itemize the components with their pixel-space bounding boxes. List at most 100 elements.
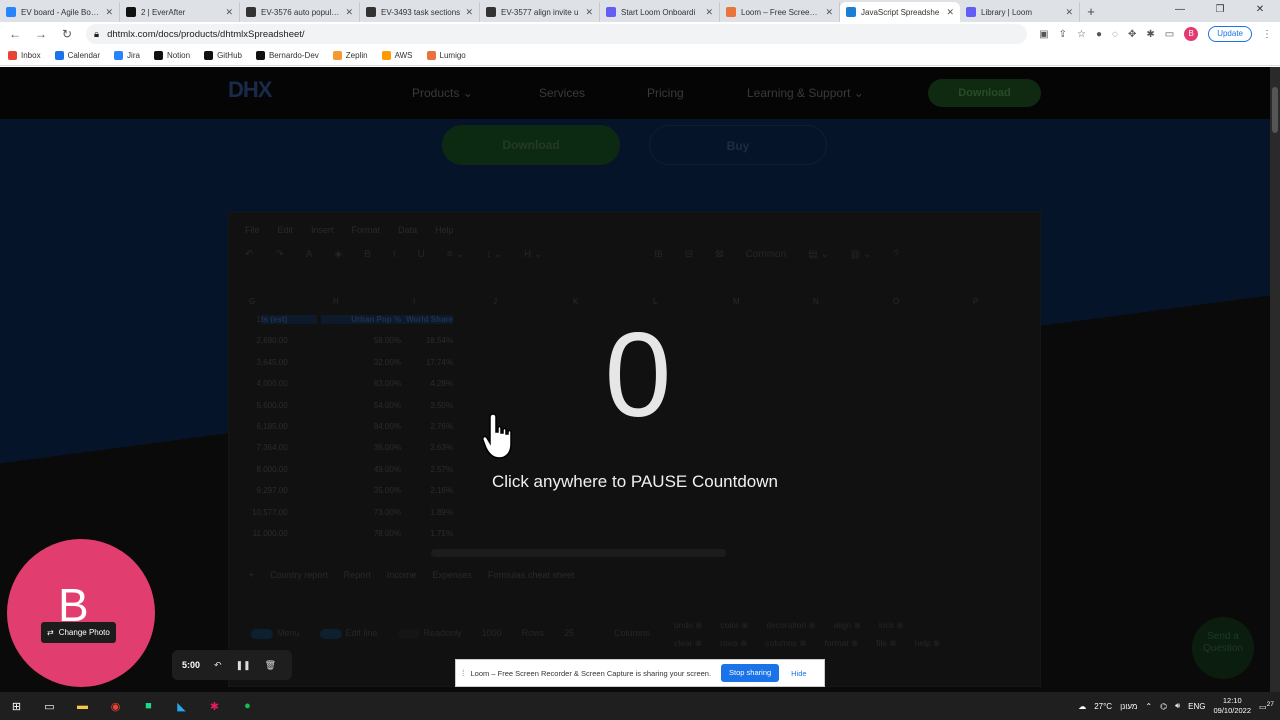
browser-tab[interactable]: Start Loom Onboardi ✕ — [600, 2, 720, 22]
feature-chip[interactable]: clear ⊗ — [674, 638, 702, 648]
table-row[interactable]: 6,185.00 84.00% 2.76% — [241, 422, 471, 443]
cell[interactable]: ,577.00 — [261, 508, 317, 517]
cell[interactable]: ,000.00 — [261, 465, 317, 474]
insert-row-icon[interactable]: ⊠ — [715, 249, 723, 260]
star-icon[interactable]: ☆ — [1077, 29, 1086, 40]
cell[interactable]: ,600.00 — [261, 401, 317, 410]
tab-close-icon[interactable]: ✕ — [345, 7, 353, 18]
web-page[interactable]: DHX Products ⌄ Services Pricing Learning… — [0, 67, 1270, 692]
feature-chip[interactable]: format ⊗ — [825, 638, 859, 648]
bookmark-item[interactable]: Zeplin — [332, 51, 368, 60]
column-header[interactable]: K — [573, 297, 578, 306]
weather-icon[interactable]: ☁ — [1078, 702, 1086, 711]
menu-pricing[interactable]: Pricing — [647, 86, 684, 100]
sheet-tab[interactable]: Expenses — [432, 570, 472, 580]
feature-chip[interactable]: columns ⊗ — [765, 638, 806, 648]
tab-close-icon[interactable]: ✕ — [585, 7, 593, 18]
column-header[interactable]: H — [333, 297, 339, 306]
column-header[interactable]: L — [653, 297, 657, 306]
pause-icon[interactable]: ❚❚ — [236, 660, 251, 671]
feature-chip[interactable]: file ⊗ — [876, 638, 896, 648]
cell[interactable]: 36.00% — [321, 443, 401, 452]
task-view-icon[interactable]: ▭ — [33, 692, 66, 720]
spreadsheet-menu-item[interactable]: Edit — [278, 225, 294, 235]
readonly-toggle[interactable]: Readonly — [397, 628, 462, 639]
cell[interactable]: 1.89% — [401, 508, 453, 517]
cell[interactable]: 35.00% — [321, 486, 401, 495]
bookmark-item[interactable]: AWS — [381, 51, 413, 60]
language-indicator[interactable]: ENG — [1188, 702, 1205, 711]
underline-icon[interactable]: U — [418, 249, 425, 260]
table-row[interactable]: 1 ts (est) Urban Pop % World Share — [241, 315, 471, 336]
column-header[interactable]: P — [973, 297, 978, 306]
bookmark-item[interactable]: Bernardo-Dev — [255, 51, 319, 60]
bold-icon[interactable]: B — [364, 249, 371, 260]
hero-download-button[interactable]: Download — [442, 125, 620, 165]
bookmark-item[interactable]: Lumigo — [426, 51, 466, 60]
table-row[interactable]: 4,000.00 83.00% 4.28% — [241, 379, 471, 400]
reload-icon[interactable]: ↻ — [60, 27, 74, 41]
cell[interactable]: 32.00% — [321, 358, 401, 367]
notifications-icon[interactable]: ▭27 — [1259, 701, 1274, 712]
help-icon[interactable]: ? — [893, 249, 899, 260]
cell[interactable]: 2.76% — [401, 422, 453, 431]
header-download-button[interactable]: Download — [928, 79, 1041, 107]
spreadsheet-menu-item[interactable]: Help — [435, 225, 454, 235]
file-explorer-icon[interactable]: ▬ — [66, 692, 99, 720]
tab-close-icon[interactable]: ✕ — [825, 7, 833, 18]
cell[interactable]: 3.50% — [401, 401, 453, 410]
browser-tab[interactable]: Loom – Free Screen R ✕ — [720, 2, 840, 22]
volume-icon[interactable]: 🔊︎ — [1175, 701, 1180, 711]
tab-close-icon[interactable]: ✕ — [225, 7, 233, 18]
italic-icon[interactable]: I — [393, 249, 396, 260]
restart-icon[interactable]: ↶ — [214, 660, 222, 671]
browser-tab[interactable]: EV-3493 task sections ✕ — [360, 2, 480, 22]
network-icon[interactable]: ⌬ — [1160, 702, 1167, 711]
insert-col-icon[interactable]: ⊟ — [685, 249, 693, 260]
close-icon[interactable]: ⊗ — [695, 638, 702, 648]
countdown-message[interactable]: Click anywhere to PAUSE Countdown — [440, 472, 830, 492]
new-tab-button[interactable]: + — [1080, 2, 1102, 22]
cell[interactable]: 17.74% — [401, 358, 453, 367]
sheet-tab[interactable]: Income — [387, 570, 417, 580]
text-color-icon[interactable]: A — [306, 249, 313, 260]
table-row[interactable]: 5,600.00 54.00% 3.50% — [241, 401, 471, 422]
page-scrollbar[interactable] — [1270, 67, 1280, 692]
table-row[interactable]: 7,364.00 36.00% 2.63% — [241, 443, 471, 464]
hide-button[interactable]: Hide — [785, 669, 812, 678]
column-header[interactable]: I — [413, 297, 415, 306]
vscode-icon[interactable]: ◣ — [165, 692, 198, 720]
restore-icon[interactable]: ❐ — [1200, 0, 1240, 22]
feature-chip[interactable]: decoration ⊗ — [766, 620, 815, 630]
send-question-button[interactable]: Send a Question — [1192, 617, 1254, 679]
trash-icon[interactable]: 🗑︎ — [265, 660, 276, 671]
cell[interactable]: ,000.00 — [261, 379, 317, 388]
menu-products[interactable]: Products ⌄ — [412, 86, 473, 100]
cell[interactable]: ,000.00 — [261, 529, 317, 538]
spreadsheet-menu-item[interactable]: File — [245, 225, 260, 235]
cell[interactable]: ,645.00 — [261, 358, 317, 367]
browser-tab[interactable]: Library | Loom ✕ — [960, 2, 1080, 22]
browser-tab[interactable]: JavaScript Spreadshe ✕ — [840, 2, 960, 22]
close-icon[interactable]: ⊗ — [799, 638, 806, 648]
feature-chip[interactable]: undo ⊗ — [674, 620, 702, 630]
close-icon[interactable]: ⊗ — [851, 638, 858, 648]
cell[interactable]: ,185.00 — [261, 422, 317, 431]
tab-close-icon[interactable]: ✕ — [105, 7, 113, 18]
cell[interactable]: ,690.00 — [261, 336, 317, 345]
bookmark-item[interactable]: Inbox — [8, 51, 41, 60]
cell[interactable]: 1.71% — [401, 529, 453, 538]
dhx-logo[interactable]: DHX — [228, 77, 272, 103]
column-header[interactable]: O — [893, 297, 899, 306]
menu-toggle[interactable]: Menu — [251, 628, 300, 639]
close-icon[interactable]: ⊗ — [695, 620, 702, 630]
extension-icon[interactable]: ◌ — [1112, 29, 1118, 40]
close-icon[interactable]: ⊗ — [897, 620, 904, 630]
cell[interactable]: 84.00% — [321, 422, 401, 431]
cell[interactable]: 4.28% — [401, 379, 453, 388]
minimize-icon[interactable]: — — [1160, 0, 1200, 22]
column-header[interactable]: N — [813, 297, 819, 306]
spreadsheet-menu-item[interactable]: Format — [352, 225, 381, 235]
sidepanel-icon[interactable]: ▭ — [1165, 29, 1174, 40]
bookmark-item[interactable]: Notion — [153, 51, 190, 60]
